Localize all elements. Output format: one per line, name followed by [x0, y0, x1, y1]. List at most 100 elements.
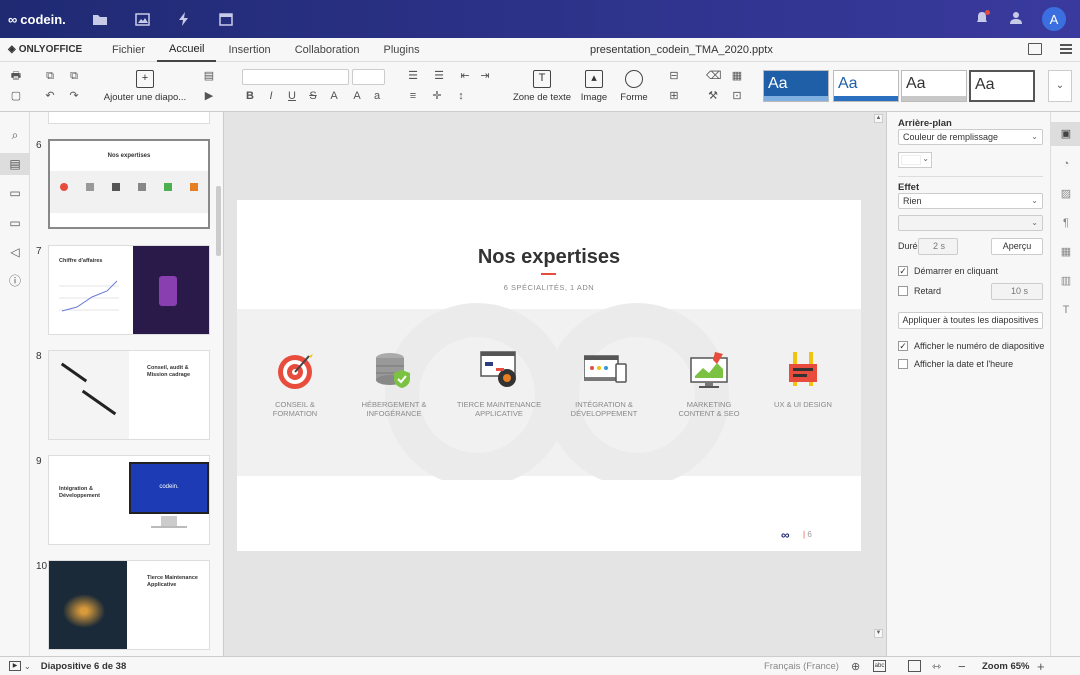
clear-style-icon[interactable]: ⌫ — [706, 70, 722, 82]
chart-settings-icon[interactable]: ▥ — [1059, 274, 1073, 288]
user-avatar[interactable]: A — [1042, 7, 1066, 31]
notification-bell-icon[interactable] — [976, 10, 990, 27]
preview-button[interactable]: Aperçu — [991, 238, 1043, 255]
font-family-select[interactable] — [242, 69, 349, 85]
play-slideshow-icon[interactable]: ▶ — [9, 661, 21, 671]
increase-font-icon[interactable]: A — [350, 90, 364, 102]
print-icon[interactable]: 🖶 — [9, 70, 23, 82]
font-color-icon[interactable]: A — [327, 90, 341, 102]
chat-icon[interactable]: ▭ — [8, 216, 22, 230]
info-icon[interactable]: ⓘ — [8, 274, 22, 288]
feedback-icon[interactable]: ◁ — [8, 245, 22, 259]
fill-color-picker[interactable]: ⌄ — [898, 152, 932, 168]
font-size-select[interactable] — [352, 69, 385, 85]
slide-size-icon[interactable]: ⊡ — [730, 90, 744, 102]
image-settings-icon[interactable]: ▨ — [1059, 187, 1073, 201]
shape-settings-icon[interactable]: ◔ — [1059, 157, 1073, 171]
theme-light-blue[interactable]: Aa — [833, 70, 899, 102]
text-box-button[interactable]: T Zone de texte — [512, 70, 572, 103]
duration-spinner[interactable]: 2 s — [918, 238, 958, 255]
slide-thumbnail-9[interactable]: Intégration & Développement codein. — [48, 455, 210, 545]
image-icon[interactable] — [134, 12, 150, 26]
slide-thumbnail-5[interactable] — [48, 112, 210, 124]
text-art-settings-icon[interactable]: T — [1059, 303, 1073, 317]
arrange-icon[interactable]: ⊞ — [667, 90, 681, 102]
theme-blue[interactable]: Aa — [763, 70, 829, 102]
slide-thumbnail-7[interactable]: Chiffre d'affaires — [48, 245, 210, 335]
show-date-checkbox[interactable] — [898, 359, 908, 369]
copy-style-icon[interactable]: ⚒ — [706, 90, 720, 102]
fit-width-icon[interactable]: ⇿ — [932, 660, 941, 673]
align-left-icon[interactable]: ≡ — [406, 90, 420, 102]
slide-settings-icon[interactable]: ▣ — [1051, 122, 1080, 146]
open-location-icon[interactable] — [1028, 43, 1042, 55]
theme-white[interactable]: Aa — [969, 70, 1035, 102]
thumbnails-scrollbar[interactable] — [216, 186, 221, 256]
undo-icon[interactable]: ↶ — [43, 90, 57, 102]
slide-canvas[interactable]: Nos expertises 6 SPÉCIALITÉS, 1 ADN CONS… — [225, 112, 886, 656]
canvas-scroll-up-icon[interactable]: ▲ — [874, 114, 883, 123]
tab-plugins[interactable]: Plugins — [372, 38, 432, 62]
globe-icon[interactable]: ⊕ — [851, 660, 860, 673]
color-scheme-icon[interactable]: ▦ — [730, 70, 744, 82]
canvas-scroll-down-icon[interactable]: ▼ — [874, 629, 883, 638]
start-on-click-checkbox[interactable]: ✓ — [898, 266, 908, 276]
slide-thumbnails[interactable]: 6 Nos expertises 7 Chiffre d'affaires 8 … — [30, 112, 224, 656]
decrease-font-icon[interactable]: a — [370, 90, 384, 102]
delay-spinner[interactable]: 10 s — [991, 283, 1043, 300]
apply-all-button[interactable]: Appliquer à toutes les diapositives — [898, 312, 1043, 329]
vertical-align-icon[interactable]: ✛ — [430, 90, 444, 102]
hamburger-menu-icon[interactable] — [1060, 44, 1072, 54]
decrease-indent-icon[interactable]: ⇤ — [458, 70, 472, 82]
slide-thumbnail-10[interactable]: Tierce Maintenance Applicative — [48, 560, 210, 650]
image-button[interactable]: ▴ Image — [576, 70, 612, 103]
slide-thumbnail-6[interactable]: Nos expertises — [48, 139, 210, 229]
search-icon[interactable]: ⌕ — [8, 128, 22, 142]
bold-icon[interactable]: B — [243, 90, 257, 102]
zoom-out-icon[interactable]: − — [958, 659, 966, 674]
effect-select[interactable]: Rien ⌄ — [898, 193, 1043, 209]
shape-button[interactable]: Forme — [616, 70, 652, 103]
numbered-list-icon[interactable]: ☰ — [432, 70, 446, 82]
slide-layout-icon[interactable]: ▤ — [202, 70, 216, 82]
italic-icon[interactable]: I — [264, 90, 278, 102]
strikethrough-icon[interactable]: S — [306, 90, 320, 102]
table-settings-icon[interactable]: ▦ — [1059, 245, 1073, 259]
contacts-icon[interactable] — [1008, 11, 1022, 27]
add-slide-button[interactable]: + Ajouter une diapo... — [100, 70, 190, 103]
language-selector[interactable]: Français (France) — [764, 661, 839, 672]
zoom-in-icon[interactable]: + — [1037, 659, 1045, 674]
copy-icon[interactable]: ⧉ — [43, 70, 57, 82]
save-icon[interactable]: ▢ — [9, 90, 23, 102]
spellcheck-icon[interactable]: abc — [873, 660, 886, 672]
tab-collaboration[interactable]: Collaboration — [283, 38, 372, 62]
codein-logo[interactable]: ∞ codein. — [8, 12, 78, 27]
slide-show-icon[interactable]: ▶ — [202, 90, 216, 102]
calendar-icon[interactable] — [218, 12, 234, 26]
slides-panel-icon[interactable]: ▤ — [0, 153, 30, 175]
show-number-checkbox[interactable]: ✓ — [898, 341, 908, 351]
line-spacing-icon[interactable]: ↕ — [454, 90, 468, 102]
tab-accueil[interactable]: Accueil — [157, 38, 217, 62]
effect-type-select[interactable]: ⌄ — [898, 215, 1043, 231]
comments-icon[interactable]: ▭ — [8, 186, 22, 200]
underline-icon[interactable]: U — [285, 90, 299, 102]
chevron-down-icon[interactable]: ⌄ — [24, 662, 31, 671]
align-shapes-icon[interactable]: ⊟ — [667, 70, 681, 82]
slide-thumbnail-8[interactable]: Conseil, audit & Mission cadrage — [48, 350, 210, 440]
bolt-icon[interactable] — [176, 12, 192, 26]
theme-more-icon[interactable]: ⌄ — [1048, 70, 1072, 102]
fill-type-select[interactable]: Couleur de remplissage ⌄ — [898, 129, 1043, 145]
increase-indent-icon[interactable]: ⇥ — [478, 70, 492, 82]
slide-6[interactable]: Nos expertises 6 SPÉCIALITÉS, 1 ADN CONS… — [237, 200, 861, 551]
delay-checkbox[interactable] — [898, 286, 908, 296]
bullet-list-icon[interactable]: ☰ — [406, 70, 420, 82]
theme-grey[interactable]: Aa — [901, 70, 967, 102]
paragraph-settings-icon[interactable]: ¶ — [1059, 216, 1073, 230]
tab-insertion[interactable]: Insertion — [216, 38, 282, 62]
paste-icon[interactable]: ⧉ — [67, 70, 81, 82]
tab-fichier[interactable]: Fichier — [100, 38, 157, 62]
fit-slide-icon[interactable] — [908, 660, 921, 672]
redo-icon[interactable]: ↷ — [67, 90, 81, 102]
folder-icon[interactable] — [92, 12, 108, 26]
